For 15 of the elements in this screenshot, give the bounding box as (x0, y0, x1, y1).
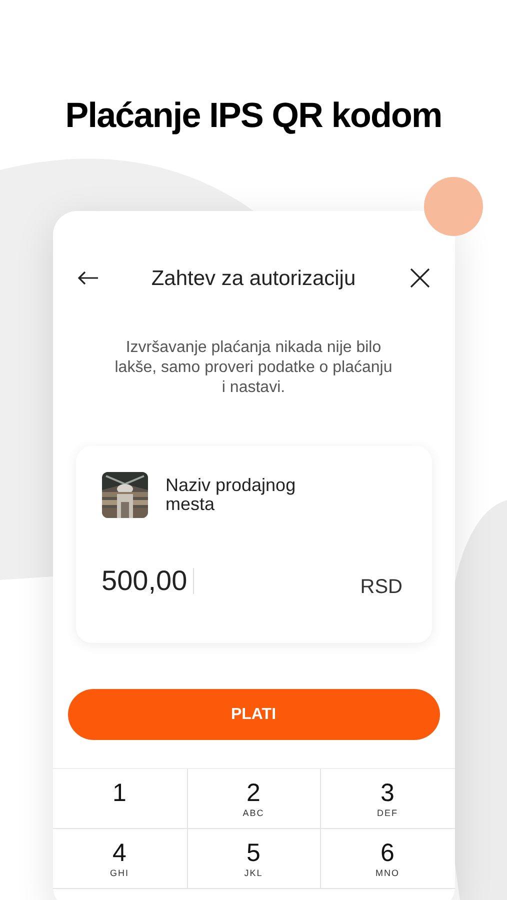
screen-title: Zahtev za autorizaciju (151, 266, 356, 292)
text-cursor (193, 568, 194, 594)
close-icon[interactable] (408, 267, 430, 290)
keypad-key[interactable]: 5 JKL (186, 829, 320, 889)
keypad-key[interactable]: 4 GHI (52, 829, 186, 889)
keypad-key[interactable]: 6 MNO (320, 829, 454, 889)
amount-value[interactable]: 500,00 (102, 560, 188, 602)
keypad-key[interactable]: 1 (52, 769, 186, 829)
intro-text: Izvršavanje plaćanja nikada nije bilo lakše, samo proveri podatke o plaćanju i nastavi. (114, 338, 394, 398)
keypad-key[interactable]: 2 ABC (186, 769, 320, 829)
merchant-name: Naziv prodajnog mesta (166, 476, 297, 514)
keypad-key[interactable]: 3 DEF (320, 769, 454, 829)
back-arrow-icon[interactable] (76, 270, 98, 286)
currency-label: RSD (360, 575, 402, 600)
headline: Plaćanje IPS QR kodom (65, 95, 442, 137)
